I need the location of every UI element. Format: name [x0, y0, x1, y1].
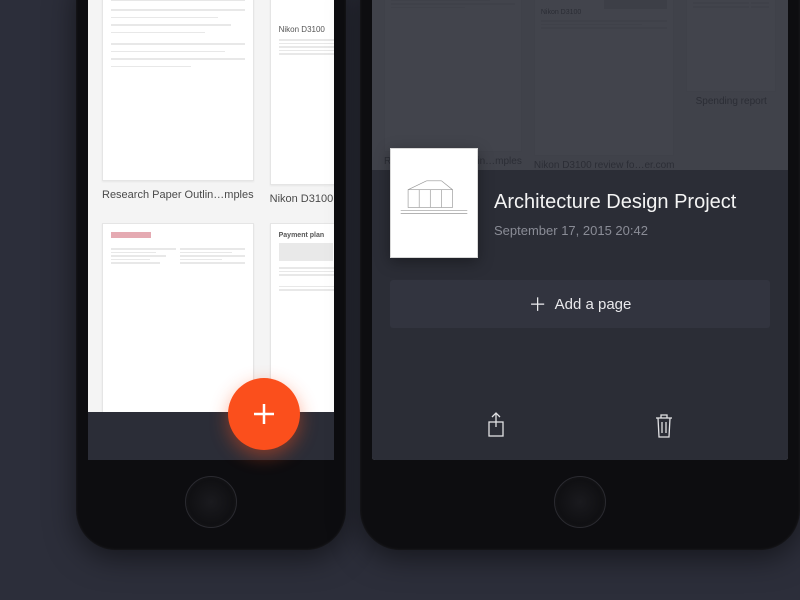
plus-icon: [249, 399, 279, 429]
action-row: [372, 396, 788, 460]
plus-icon: ＋: [529, 291, 547, 317]
thumbnail-heading: Payment plan: [279, 232, 334, 239]
sheet-header: Architecture Design Project September 17…: [372, 148, 788, 258]
thumbnail-heading: Nikon D3100: [279, 25, 334, 34]
detail-thumbnail[interactable]: [390, 148, 478, 258]
screen-left: Research Paper Outlin…mples Nikon D3100 …: [88, 0, 334, 460]
phone-frame-left: Research Paper Outlin…mples Nikon D3100 …: [76, 0, 346, 550]
document-tile[interactable]: Nikon D3100 Nikon D3100 review fo…er.com: [270, 0, 334, 205]
home-button[interactable]: [554, 476, 606, 528]
screen-right: Research Paper Outlin…mples Nikon D3100 …: [372, 0, 788, 460]
document-label: Research Paper Outlin…mples: [102, 189, 254, 201]
architecture-sketch-icon: [397, 167, 471, 239]
document-title: Architecture Design Project: [494, 190, 736, 215]
document-date: September 17, 2015 20:42: [494, 223, 736, 238]
share-button[interactable]: [476, 405, 516, 445]
document-thumbnail: [102, 0, 254, 181]
add-document-fab[interactable]: [228, 378, 300, 450]
document-thumbnail: Nikon D3100: [270, 0, 334, 185]
add-page-button[interactable]: ＋ Add a page: [390, 280, 770, 328]
phone-frame-right: Research Paper Outlin…mples Nikon D3100 …: [360, 0, 800, 550]
document-detail-sheet: Architecture Design Project September 17…: [372, 170, 788, 460]
document-grid: Research Paper Outlin…mples Nikon D3100 …: [88, 0, 334, 460]
document-tile[interactable]: Research Paper Outlin…mples: [102, 0, 254, 205]
add-page-label: Add a page: [555, 296, 632, 313]
document-thumbnail: [102, 223, 254, 420]
document-label: Nikon D3100 review fo…er.com: [270, 193, 334, 205]
home-button[interactable]: [185, 476, 237, 528]
delete-button[interactable]: [644, 405, 684, 445]
trash-icon: [652, 410, 676, 440]
share-icon: [484, 410, 508, 440]
